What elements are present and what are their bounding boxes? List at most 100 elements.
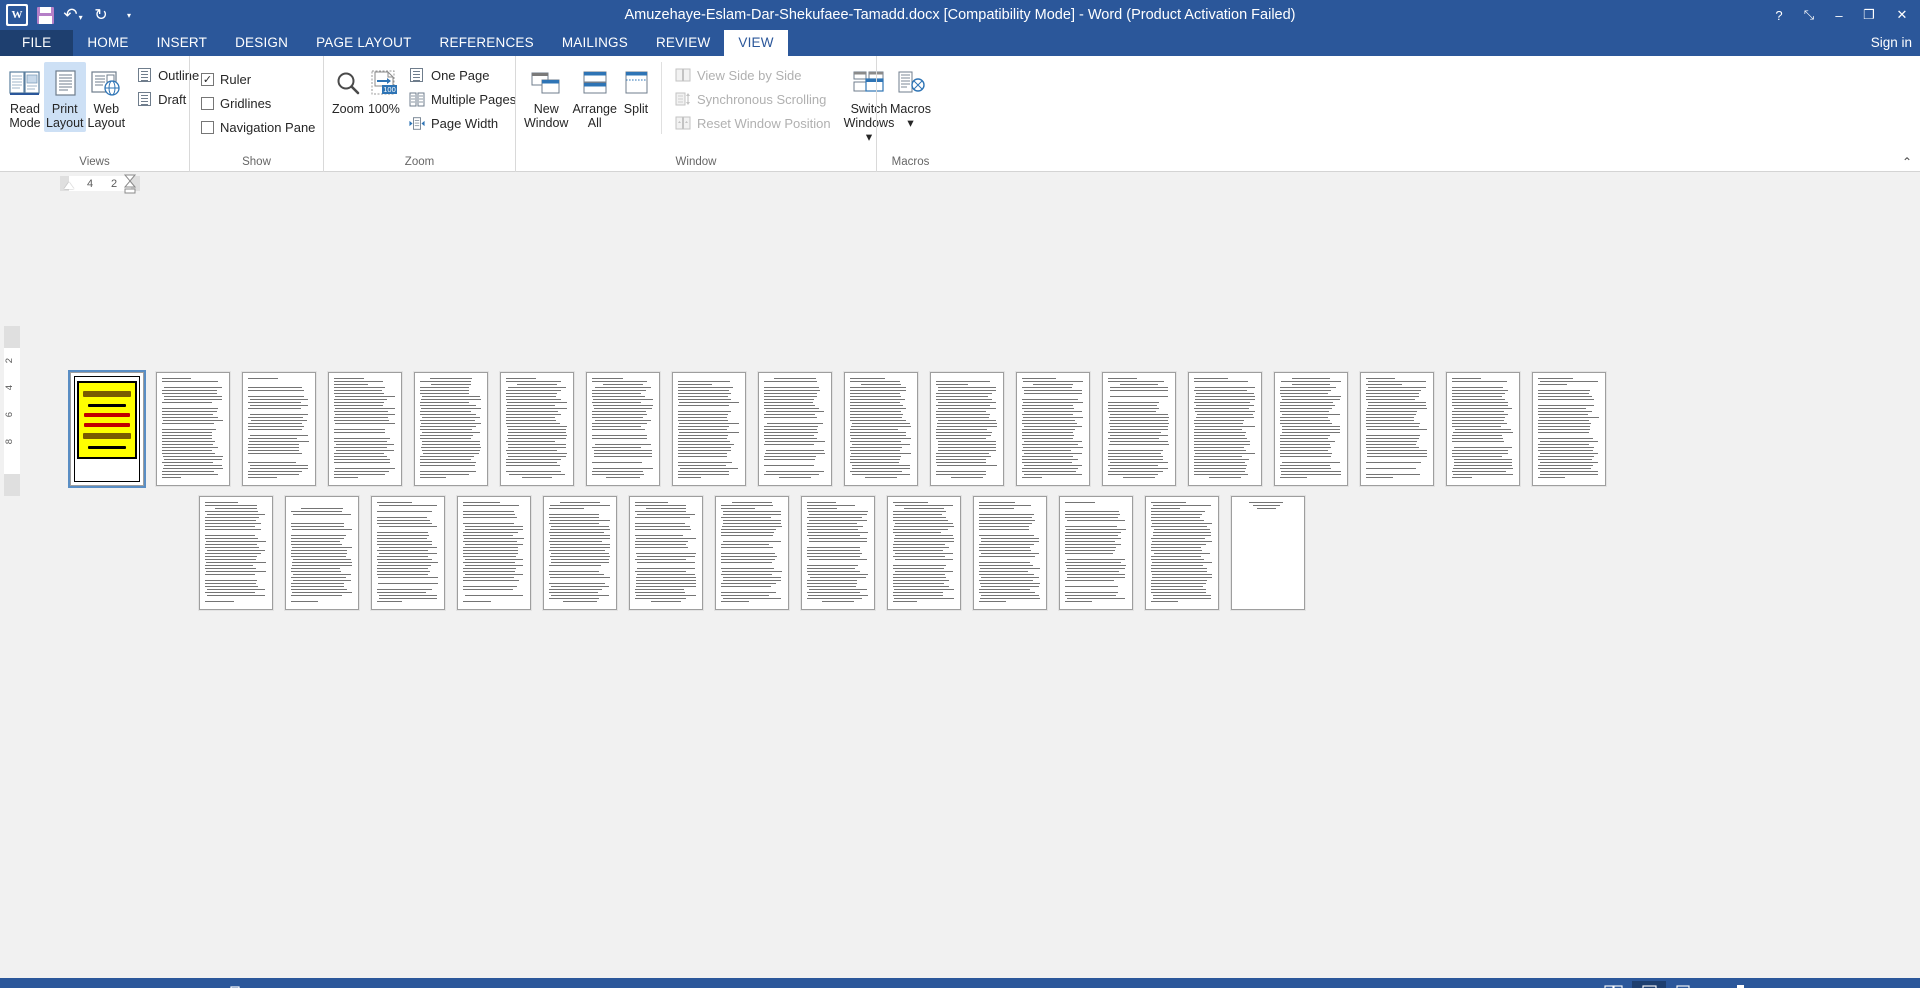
page-text-line	[592, 396, 645, 397]
page-thumbnail[interactable]	[1102, 372, 1176, 486]
print-layout-button[interactable]: Print Layout	[44, 62, 86, 132]
ruler-checkbox-box[interactable]: ✓	[201, 72, 214, 86]
read-mode-button[interactable]: Read Mode	[6, 62, 44, 132]
help-icon[interactable]: ?	[1764, 0, 1794, 30]
page-thumbnail[interactable]	[156, 372, 230, 486]
page-text-line	[162, 456, 224, 457]
page-thumbnail[interactable]	[285, 496, 359, 610]
page-thumbnail[interactable]	[1532, 372, 1606, 486]
page-text-line	[549, 583, 606, 584]
one-page-button[interactable]: One Page	[404, 64, 521, 86]
page-thumbnail[interactable]	[973, 496, 1047, 610]
close-button[interactable]: ✕	[1884, 0, 1920, 30]
maximize-button[interactable]: ❐	[1854, 0, 1884, 30]
page-thumbnail[interactable]	[543, 496, 617, 610]
page-text-line	[506, 468, 567, 469]
page-thumbnail[interactable]	[586, 372, 660, 486]
save-icon[interactable]	[32, 2, 58, 28]
ribbon-display-options-icon[interactable]: ⤡	[1794, 0, 1824, 30]
page-thumbnail[interactable]	[328, 372, 402, 486]
tab-file[interactable]: FILE	[0, 30, 74, 56]
split-button[interactable]: Split	[619, 62, 653, 118]
page-thumbnail[interactable]	[242, 372, 316, 486]
page-thumbnail[interactable]	[887, 496, 961, 610]
zoom-button[interactable]: Zoom	[330, 62, 366, 118]
tab-mailings[interactable]: MAILINGS	[548, 30, 642, 56]
page-thumbnail[interactable]	[801, 496, 875, 610]
page-text-line	[850, 435, 906, 436]
page-text-line	[1022, 399, 1078, 400]
page-text-line	[592, 381, 647, 382]
page-text-line	[1022, 471, 1076, 472]
page-thumbnail[interactable]	[758, 372, 832, 486]
tab-design[interactable]: DESIGN	[221, 30, 302, 56]
page-text-line	[592, 414, 648, 415]
print-layout-view-button[interactable]	[1632, 981, 1666, 988]
page-text-line	[517, 384, 557, 385]
tab-home[interactable]: HOME	[73, 30, 142, 56]
page-thumbnail[interactable]	[930, 372, 1004, 486]
page-text-line	[334, 420, 389, 421]
view-side-by-side-button[interactable]: View Side by Side	[670, 64, 836, 86]
tab-insert[interactable]: INSERT	[143, 30, 221, 56]
new-window-button[interactable]: New Window	[522, 62, 570, 132]
page-thumbnail[interactable]	[1446, 372, 1520, 486]
page-width-button[interactable]: Page Width	[404, 112, 521, 134]
navigation-pane-checkbox-box[interactable]	[201, 120, 214, 134]
zoom-100-button[interactable]: 100 100%	[366, 62, 402, 118]
page-thumbnail[interactable]	[1016, 372, 1090, 486]
page-text-line	[635, 523, 686, 524]
page-thumbnail[interactable]	[672, 372, 746, 486]
page-thumbnail[interactable]	[371, 496, 445, 610]
page-thumbnail[interactable]	[1059, 496, 1133, 610]
page-text-line	[1194, 447, 1245, 448]
tab-view[interactable]: VIEW	[724, 30, 788, 56]
page-text-line	[377, 565, 431, 566]
zoom-slider[interactable]: − +	[1714, 978, 1866, 988]
page-thumbnail[interactable]	[1145, 496, 1219, 610]
page-thumbnail-last[interactable]	[1231, 496, 1305, 610]
page-thumbnail[interactable]	[715, 496, 789, 610]
multiple-pages-button[interactable]: Multiple Pages	[404, 88, 521, 110]
word-icon[interactable]: W	[4, 2, 30, 28]
sign-in-link[interactable]: Sign in	[1871, 30, 1912, 56]
navigation-pane-checkbox[interactable]: Navigation Pane	[196, 116, 320, 138]
page-thumbnail[interactable]	[500, 372, 574, 486]
page-text-line	[807, 574, 869, 575]
page-thumbnail[interactable]	[1274, 372, 1348, 486]
tab-page-layout[interactable]: PAGE LAYOUT	[302, 30, 425, 56]
synchronous-scrolling-button[interactable]: Synchronous Scrolling	[670, 88, 836, 110]
gridlines-checkbox-box[interactable]	[201, 96, 214, 110]
redo-icon[interactable]: ↻	[88, 2, 114, 28]
collapse-ribbon-icon[interactable]: ⌃	[1902, 155, 1912, 169]
ruler-checkbox[interactable]: ✓ Ruler	[196, 68, 320, 90]
tab-review[interactable]: REVIEW	[642, 30, 724, 56]
page-text-line	[807, 562, 868, 563]
page-thumbnail-cover[interactable]	[68, 370, 146, 488]
gridlines-checkbox[interactable]: Gridlines	[196, 92, 320, 114]
page-thumbnail[interactable]	[1360, 372, 1434, 486]
macros-button[interactable]: Macros ▾	[883, 62, 938, 132]
read-mode-view-button[interactable]	[1596, 981, 1630, 988]
web-layout-view-button[interactable]	[1668, 981, 1702, 988]
page-thumbnail[interactable]	[1188, 372, 1262, 486]
page-text-line	[950, 477, 984, 478]
page-text-line	[938, 444, 996, 445]
customize-qat-icon[interactable]: ▾	[116, 2, 142, 28]
minimize-button[interactable]: –	[1824, 0, 1854, 30]
reset-window-position-button[interactable]: Reset Window Position	[670, 112, 836, 134]
arrange-all-button[interactable]: Arrange All	[570, 62, 618, 132]
page-text-line	[1366, 456, 1428, 457]
page-thumbnail[interactable]	[457, 496, 531, 610]
tab-references[interactable]: REFERENCES	[426, 30, 548, 56]
page-thumbnail[interactable]	[199, 496, 273, 610]
page-thumbnail[interactable]	[414, 372, 488, 486]
web-layout-button[interactable]: Web Layout	[86, 62, 128, 132]
page-text-line	[386, 508, 429, 509]
zoom-slider-track[interactable]	[1734, 978, 1846, 988]
page-thumbnail[interactable]	[844, 372, 918, 486]
vertical-ruler[interactable]: 2 4 6 8	[0, 172, 24, 978]
page-thumbnail[interactable]	[629, 496, 703, 610]
page-thumbnail-canvas[interactable]	[24, 172, 1920, 978]
undo-icon[interactable]: ↶ ▾	[60, 2, 86, 28]
